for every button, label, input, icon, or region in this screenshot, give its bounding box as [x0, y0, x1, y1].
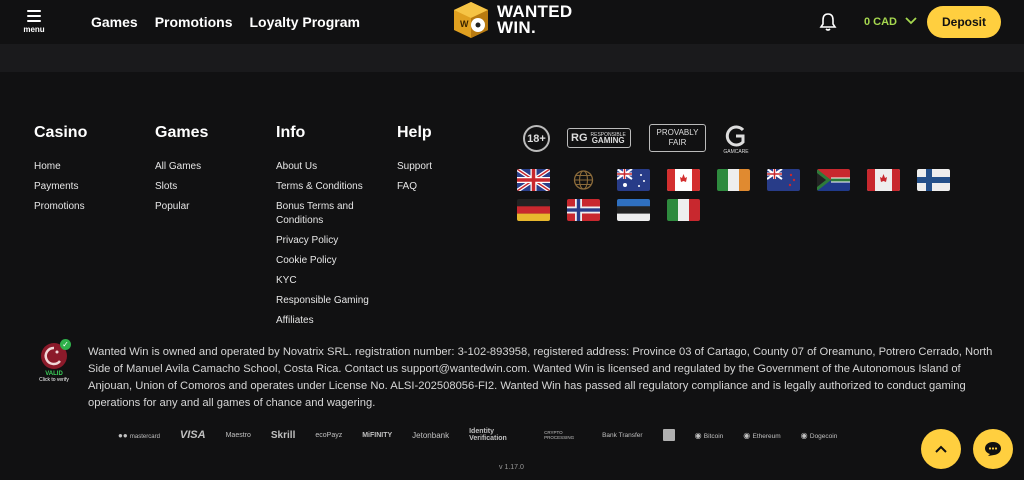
globe-icon[interactable]	[567, 169, 600, 191]
footer-col-title: Games	[155, 124, 209, 141]
footer-link-all-games[interactable]: All Games	[155, 161, 201, 172]
canada-flag-icon[interactable]	[667, 169, 700, 191]
gamcare-label: GAMCARE	[723, 149, 749, 155]
estonia-flag-icon[interactable]	[617, 199, 650, 221]
finland-flag-icon[interactable]	[917, 169, 950, 191]
nav-promotions[interactable]: Promotions	[155, 14, 233, 30]
dogecoin-icon: ◉ Dogecoin	[800, 430, 838, 440]
footer-link-kyc[interactable]: KYC	[276, 275, 297, 286]
license-seal-icon: ✓	[41, 339, 71, 369]
license-validator[interactable]: ✓ VALID Click to verify	[34, 339, 74, 383]
age-18-badge: 18+	[523, 125, 550, 152]
chat-bubble-icon	[985, 442, 1001, 456]
footer-link-home[interactable]: Home	[34, 161, 61, 172]
language-flags	[517, 169, 997, 221]
footer-link-popular[interactable]: Popular	[155, 201, 189, 212]
new-zealand-flag-icon[interactable]	[767, 169, 800, 191]
footer-link-terms[interactable]: Terms & Conditions	[276, 181, 363, 192]
footer-link-cookie[interactable]: Cookie Policy	[276, 255, 337, 266]
hamburger-icon	[27, 10, 41, 22]
identity-verification-icon: Identity Verification	[469, 428, 507, 442]
logo-line2: WIN.	[497, 18, 536, 37]
bell-icon[interactable]	[818, 12, 838, 32]
site-logo[interactable]: W WANTED WIN.	[451, 0, 572, 40]
main-nav: Games Promotions Loyalty Program	[91, 14, 360, 30]
jetonbank-icon: Jetonbank	[412, 430, 450, 440]
footer-link-payments[interactable]: Payments	[34, 181, 78, 192]
footer-col-title: Casino	[34, 124, 88, 141]
payment-methods: ●● mastercard VISA Maestro Skrill ecoPay…	[118, 428, 857, 442]
gamcare-icon	[725, 125, 745, 147]
ireland-flag-icon[interactable]	[717, 169, 750, 191]
chevron-up-icon	[935, 445, 947, 453]
nav-games[interactable]: Games	[91, 14, 138, 30]
menu-label: menu	[23, 25, 45, 34]
chat-button[interactable]	[973, 429, 1013, 469]
scroll-to-top-button[interactable]	[921, 429, 961, 469]
footer-col-help: Help Support FAQ	[397, 124, 432, 200]
check-icon: ✓	[60, 339, 71, 350]
provably-fair-badge[interactable]: PROVABLY FAIR	[649, 124, 706, 152]
card-icon	[662, 429, 675, 441]
license-click-label: Click to verify	[39, 377, 69, 383]
bitcoin-icon: ◉ Bitcoin	[694, 430, 724, 440]
footer-col-casino: Casino Home Payments Promotions	[34, 124, 87, 220]
south-africa-flag-icon[interactable]	[817, 169, 850, 191]
svg-text:W: W	[460, 19, 469, 29]
bank-transfer-icon: Bank Transfer	[602, 431, 643, 439]
canada-flag-icon[interactable]	[867, 169, 900, 191]
footer-link-responsible-gaming[interactable]: Responsible Gaming	[276, 295, 369, 306]
nav-loyalty-program[interactable]: Loyalty Program	[249, 14, 359, 30]
balance-dropdown[interactable]: 0 CAD	[864, 16, 917, 28]
footer-col-games: Games All Games Slots Popular	[155, 124, 208, 220]
footer-link-support[interactable]: Support	[397, 161, 432, 172]
italy-flag-icon[interactable]	[667, 199, 700, 221]
footer-link-affiliates[interactable]: Affiliates	[276, 315, 314, 326]
norway-flag-icon[interactable]	[567, 199, 600, 221]
footer-col-info: Info About Us Terms & Conditions Bonus T…	[276, 124, 376, 334]
gamcare-badge[interactable]: GAMCARE	[722, 125, 750, 155]
footer-col-title: Info	[276, 124, 306, 141]
logo-box-icon: W	[451, 0, 491, 40]
footer-link-slots[interactable]: Slots	[155, 181, 177, 192]
rg-text: RESPONSIBLE GAMING	[590, 132, 626, 145]
skrill-icon: Skrill	[270, 429, 296, 441]
maestro-icon: Maestro	[225, 431, 251, 439]
responsible-gaming-badge[interactable]: RG RESPONSIBLE GAMING	[567, 128, 631, 148]
crypto-processing-icon: CRYPTO PROCESSING	[544, 430, 575, 440]
ecopayz-icon: ecoPayz	[315, 431, 343, 439]
logo-text: WANTED WIN.	[497, 3, 572, 37]
menu-button[interactable]: menu	[20, 10, 48, 34]
footer-link-promotions[interactable]: Promotions	[34, 201, 85, 212]
app-version: v 1.17.0	[499, 464, 524, 471]
balance-value: 0 CAD	[864, 16, 898, 28]
top-header: menu Games Promotions Loyalty Program W …	[0, 0, 1024, 44]
footer-col-title: Help	[397, 124, 432, 141]
footer-link-privacy[interactable]: Privacy Policy	[276, 235, 338, 246]
germany-flag-icon[interactable]	[517, 199, 550, 221]
header-divider-strip	[0, 44, 1024, 72]
mifinity-icon: MiFINITY	[362, 431, 393, 439]
chevron-down-icon	[905, 16, 917, 28]
footer-link-bonus-terms[interactable]: Bonus Terms and Conditions	[276, 201, 354, 226]
deposit-button[interactable]: Deposit	[927, 6, 1001, 38]
uk-flag-icon[interactable]	[517, 169, 550, 191]
legal-text: Wanted Win is owned and operated by Nova…	[88, 346, 993, 409]
australia-flag-icon[interactable]	[617, 169, 650, 191]
footer-link-about-us[interactable]: About Us	[276, 161, 317, 172]
mastercard-icon: ●● mastercard	[118, 430, 160, 440]
footer-link-faq[interactable]: FAQ	[397, 181, 417, 192]
rg-logo-text: RG	[571, 132, 588, 144]
visa-icon: VISA	[179, 429, 206, 441]
ethereum-icon: ◉ Ethereum	[743, 430, 781, 440]
